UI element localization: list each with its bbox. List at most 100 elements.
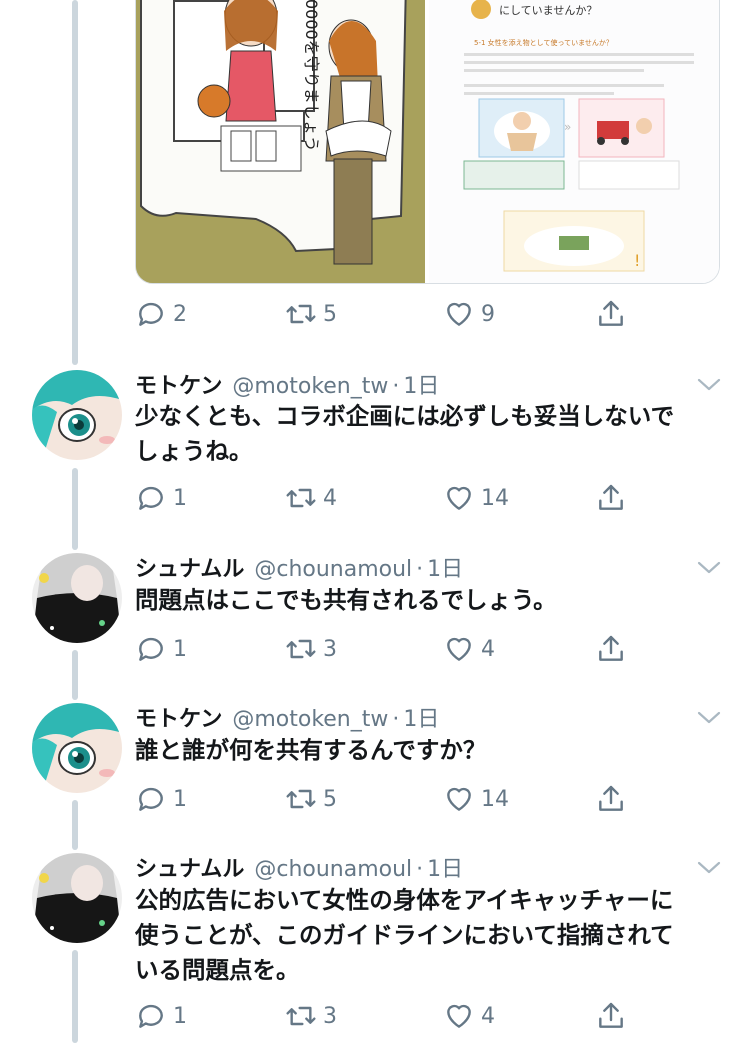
tweet-actions: 2 5 9	[135, 294, 635, 334]
like-button[interactable]: 4	[443, 629, 495, 669]
separator-dot: ·	[392, 374, 400, 399]
retweet-count: 5	[323, 301, 337, 327]
reply-icon	[139, 302, 163, 326]
tweet-text: 誰と誰が何を共有するんですか？	[135, 733, 710, 768]
username[interactable]: @motoken_tw	[232, 707, 388, 732]
username[interactable]: @chounamoul	[254, 557, 412, 582]
chevron-down-icon[interactable]	[695, 707, 723, 727]
tweet-text-line: 誰と誰が何を共有するんですか？	[135, 736, 487, 764]
timestamp[interactable]: 1日	[427, 551, 463, 583]
guideline-document-page: にしていませんか？ 5-1 女性を添え物として使っていませんか？ » !	[429, 0, 719, 283]
share-icon	[599, 635, 623, 661]
like-button[interactable]: 14	[443, 779, 509, 819]
display-name[interactable]: シュナムル	[135, 551, 244, 583]
like-icon	[447, 1004, 471, 1028]
retweet-button[interactable]: 5	[285, 294, 337, 334]
retweet-count: 4	[323, 485, 337, 511]
thread-line	[72, 950, 78, 1043]
anime-avatar-dark	[32, 853, 122, 943]
reply-button[interactable]: 1	[135, 478, 187, 518]
avatar[interactable]	[32, 853, 122, 943]
like-icon	[447, 486, 471, 510]
svg-text:!: !	[634, 251, 640, 270]
retweet-icon	[286, 639, 316, 659]
reply-count: 2	[173, 301, 187, 327]
like-button[interactable]: 14	[443, 478, 509, 518]
retweet-icon	[286, 304, 316, 324]
like-button[interactable]: 9	[443, 294, 495, 334]
separator-dot: ·	[416, 557, 424, 582]
reply-count: 1	[173, 1003, 187, 1029]
avatar[interactable]	[32, 553, 122, 643]
retweet-icon	[286, 789, 316, 809]
tweet-media[interactable]: 0000を守りましょう にしていませんか？ 5-1 女性を添え物として使っていま…	[135, 0, 720, 284]
retweet-icon	[286, 488, 316, 508]
display-name[interactable]: モトケン	[135, 368, 222, 400]
tweet-actions: 1 5 14	[135, 779, 635, 819]
chevron-down-icon[interactable]	[695, 374, 723, 394]
retweet-button[interactable]: 3	[285, 996, 337, 1036]
tweet-text-line: 少なくとも、コラボ企画には必ずしも妥当しないで	[135, 402, 675, 430]
display-name[interactable]: モトケン	[135, 701, 222, 733]
chevron-down-icon[interactable]	[695, 857, 723, 877]
thread-line	[72, 650, 78, 700]
like-count: 14	[481, 485, 509, 511]
media-image-left[interactable]: 0000を守りましょう	[136, 0, 425, 283]
username[interactable]: @motoken_tw	[232, 374, 388, 399]
retweet-button[interactable]: 3	[285, 629, 337, 669]
like-count: 4	[481, 636, 495, 662]
chevron-down-icon[interactable]	[695, 557, 723, 577]
share-button[interactable]	[595, 629, 627, 669]
retweet-count: 3	[323, 1003, 337, 1029]
reply-button[interactable]: 1	[135, 779, 187, 819]
tweet-text-line: 問題点はここでも共有されるでしょう。	[135, 586, 557, 614]
reply-count: 1	[173, 636, 187, 662]
retweet-count: 3	[323, 636, 337, 662]
tweet-text-line: いる問題点を。	[135, 956, 300, 984]
display-name[interactable]: シュナムル	[135, 851, 244, 883]
share-icon	[599, 1002, 623, 1028]
like-icon	[447, 302, 471, 326]
tweet-header: モトケン @motoken_tw · 1日	[135, 701, 439, 735]
avatar[interactable]	[32, 370, 122, 460]
reply-button[interactable]: 1	[135, 629, 187, 669]
avatar[interactable]	[32, 703, 122, 793]
reply-button[interactable]: 1	[135, 996, 187, 1036]
reply-icon	[139, 1004, 163, 1028]
thread-line	[72, 0, 78, 365]
timestamp[interactable]: 1日	[427, 851, 463, 883]
share-icon	[599, 484, 623, 510]
svg-text:»: »	[564, 120, 571, 134]
like-count: 9	[481, 301, 495, 327]
tweet-header: モトケン @motoken_tw · 1日	[135, 368, 439, 402]
like-icon	[447, 637, 471, 661]
thread-line	[72, 468, 78, 550]
share-button[interactable]	[595, 478, 627, 518]
svg-text:5-1 女性を添え物として使っていませんか？: 5-1 女性を添え物として使っていませんか？	[474, 38, 613, 47]
tweet-text: 少なくとも、コラボ企画には必ずしも妥当しないで しょうね。	[135, 399, 710, 469]
tweet-text-line: 公的広告において女性の身体をアイキャッチャーに	[135, 886, 674, 914]
reply-button[interactable]: 2	[135, 294, 187, 334]
separator-dot: ·	[416, 857, 424, 882]
like-count: 14	[481, 786, 509, 812]
tweet-actions: 1 4 14	[135, 478, 635, 518]
retweet-button[interactable]: 5	[285, 779, 337, 819]
tweet-header: シュナムル @chounamoul · 1日	[135, 851, 463, 885]
timestamp[interactable]: 1日	[403, 701, 439, 733]
username[interactable]: @chounamoul	[254, 857, 412, 882]
share-button[interactable]	[595, 996, 627, 1036]
anime-avatar-dark	[32, 553, 122, 643]
timestamp[interactable]: 1日	[403, 368, 439, 400]
reply-icon	[139, 637, 163, 661]
like-button[interactable]: 4	[443, 996, 495, 1036]
like-count: 4	[481, 1003, 495, 1029]
like-icon	[447, 787, 471, 811]
retweet-count: 5	[323, 786, 337, 812]
retweet-button[interactable]: 4	[285, 478, 337, 518]
share-button[interactable]	[595, 294, 627, 334]
share-button[interactable]	[595, 779, 627, 819]
media-image-right[interactable]: にしていませんか？ 5-1 女性を添え物として使っていませんか？ » !	[429, 0, 719, 283]
tweet-text-line: しょうね。	[135, 437, 253, 465]
reply-icon	[139, 787, 163, 811]
reply-count: 1	[173, 786, 187, 812]
